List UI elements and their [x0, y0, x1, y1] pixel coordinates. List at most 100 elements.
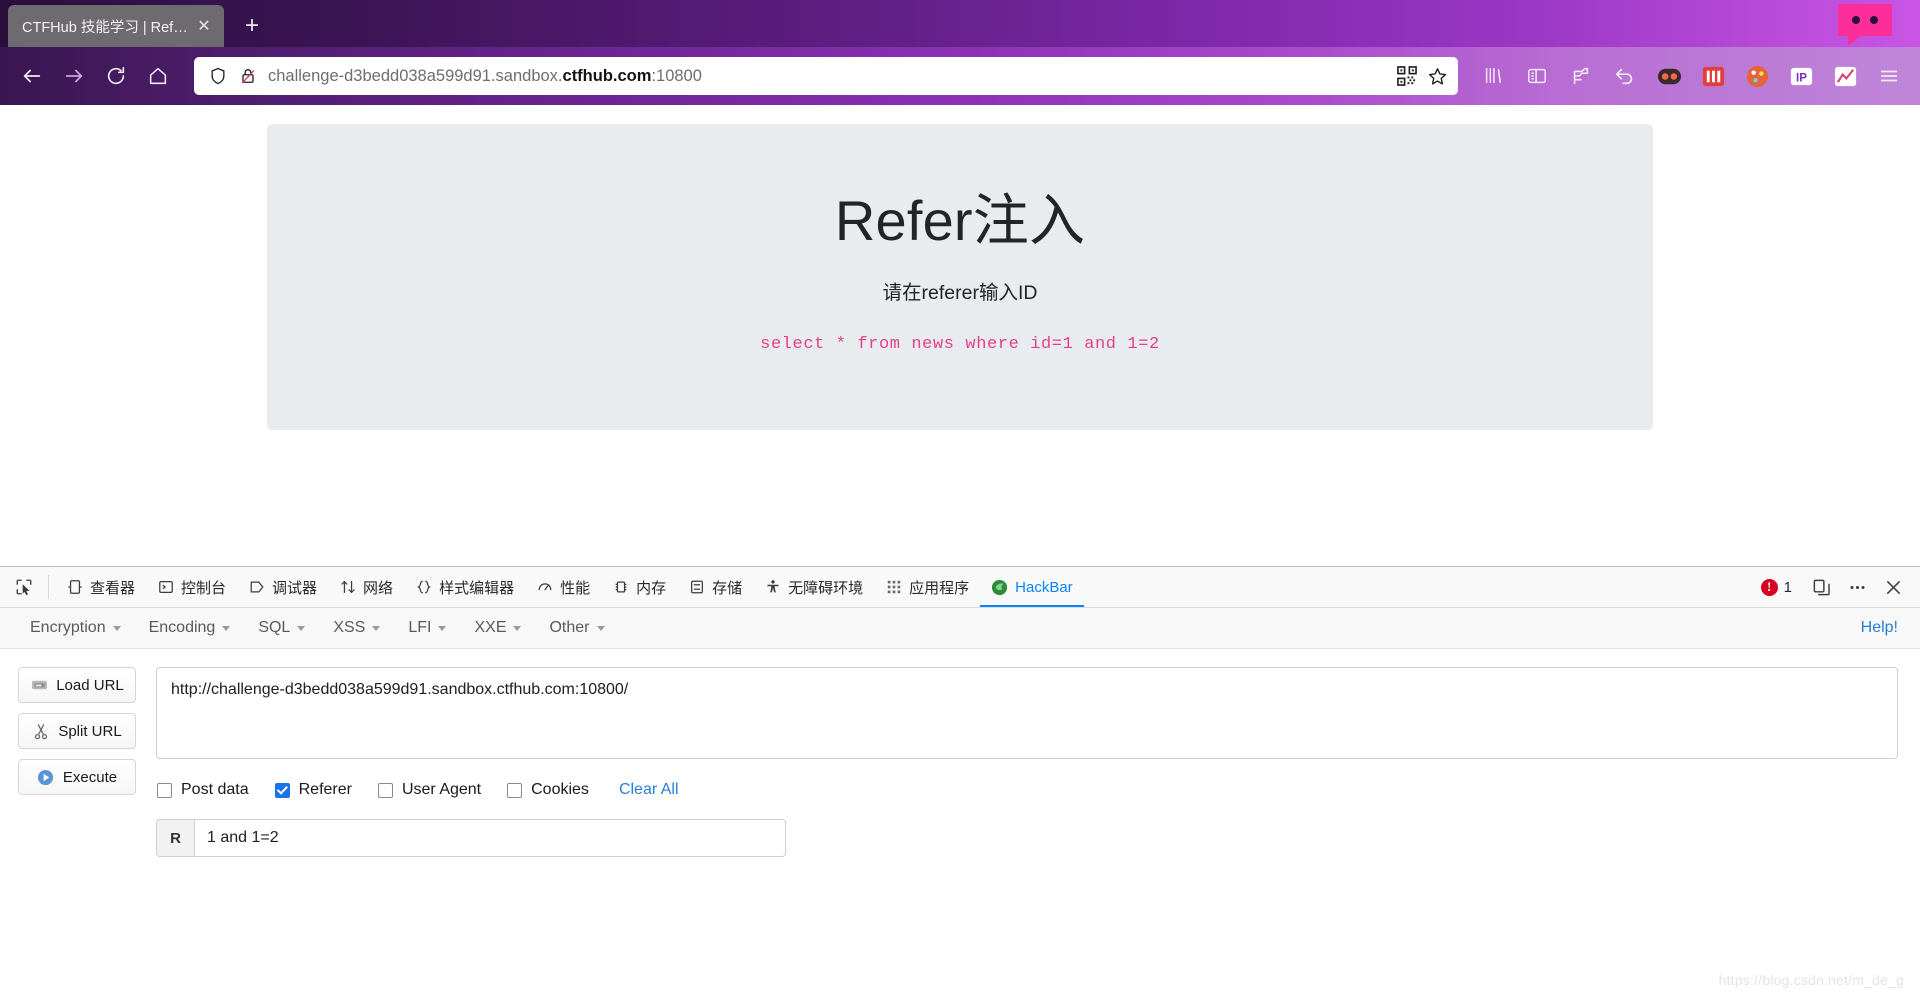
checkbox-box[interactable] — [507, 782, 523, 798]
browser-tab[interactable]: CTFHub 技能学习 | Refer注入 ✕ — [8, 5, 224, 47]
lock-broken-icon[interactable] — [238, 66, 258, 86]
debugger-icon — [248, 579, 265, 596]
chevron-down-icon — [112, 625, 121, 631]
checkbox-user-agent[interactable]: User Agent — [377, 781, 481, 799]
chevron-down-icon — [513, 625, 522, 631]
checkbox-post-data[interactable]: Post data — [157, 781, 249, 799]
execute-button[interactable]: Execute — [18, 759, 136, 795]
hackbar-menu-encryption[interactable]: Encryption — [16, 615, 135, 641]
devtools-tab-label: 存储 — [712, 579, 743, 597]
extension-red-icon[interactable] — [1694, 57, 1732, 95]
devtools-tab-storage[interactable]: 存储 — [677, 567, 753, 607]
home-button[interactable] — [138, 56, 178, 96]
toolbar-divider — [48, 575, 49, 599]
browser-extension-toolbar: IP — [1474, 57, 1908, 95]
library-icon[interactable] — [1474, 57, 1512, 95]
element-picker-icon[interactable] — [6, 567, 42, 607]
hackbar-menu-sql[interactable]: SQL — [244, 615, 319, 641]
new-tab-button[interactable]: + — [234, 8, 270, 44]
devtools-tab-memory[interactable]: 内存 — [601, 567, 677, 607]
hackbar-menu-encoding[interactable]: Encoding — [135, 615, 245, 641]
browser-title-bar: CTFHub 技能学习 | Refer注入 ✕ + — [0, 0, 1920, 47]
extension-chart-icon[interactable] — [1826, 57, 1864, 95]
split-url-button[interactable]: Split URL — [18, 713, 136, 749]
checkbox-referer[interactable]: Referer — [274, 781, 352, 799]
devtools-tab-network[interactable]: 网络 — [328, 567, 404, 607]
checkbox-label: Post data — [181, 781, 249, 798]
hackbar-menu-xxe[interactable]: XXE — [460, 615, 535, 641]
checkbox-label: Cookies — [531, 781, 589, 798]
address-bar[interactable]: challenge-d3bedd038a599d91.sandbox.ctfhu… — [194, 57, 1458, 95]
error-count-label: 1 — [1783, 578, 1792, 596]
checkbox-cookies[interactable]: Cookies — [507, 781, 589, 799]
devtools-tab-label: 样式编辑器 — [439, 579, 515, 597]
star-icon[interactable] — [1427, 66, 1448, 87]
style-editor-icon — [415, 579, 432, 596]
devtools-tab-console[interactable]: 控制台 — [146, 567, 237, 607]
error-icon: ! — [1760, 578, 1778, 596]
chevron-down-icon — [297, 625, 306, 631]
checkbox-box[interactable] — [377, 782, 393, 798]
tab-close-icon[interactable]: ✕ — [192, 14, 216, 38]
devtools-tab-label: 控制台 — [181, 579, 227, 597]
devtools-tab-inspector[interactable]: 查看器 — [55, 567, 146, 607]
checkbox-box[interactable] — [274, 782, 290, 798]
referer-input[interactable] — [194, 819, 786, 857]
sidebar-icon[interactable] — [1518, 57, 1556, 95]
network-icon — [339, 579, 356, 596]
checkbox-box[interactable] — [157, 782, 172, 798]
error-count-badge[interactable]: ! 1 — [1760, 578, 1802, 596]
url-textarea[interactable] — [156, 667, 1898, 759]
undo-icon[interactable] — [1606, 57, 1644, 95]
hackbar-panel: Encryption Encoding SQL XSS LFI XXE Othe… — [0, 608, 1920, 998]
tab-title: CTFHub 技能学习 | Refer注入 — [22, 19, 192, 36]
memory-icon — [612, 579, 629, 596]
devtools-tab-debugger[interactable]: 调试器 — [237, 567, 328, 607]
hackbar-menu-other[interactable]: Other — [535, 615, 618, 641]
dock-layout-icon[interactable] — [1804, 570, 1838, 604]
reload-button[interactable] — [96, 56, 136, 96]
container-tab-icon[interactable] — [1562, 57, 1600, 95]
extension-ip-icon[interactable]: IP — [1782, 57, 1820, 95]
page-viewport: Refer注入 请在referer输入ID select * from news… — [0, 105, 1920, 566]
hackbar-menu-bar: Encryption Encoding SQL XSS LFI XXE Othe… — [0, 608, 1920, 649]
menu-label: SQL — [258, 619, 291, 636]
watermark-text: https://blog.csdn.net/m_de_g — [1718, 972, 1904, 988]
url-text[interactable]: challenge-d3bedd038a599d91.sandbox.ctfhu… — [268, 67, 1387, 86]
hackbar-menu-lfi[interactable]: LFI — [394, 615, 460, 641]
split-url-scissors-icon — [32, 722, 50, 740]
devtools-tab-application[interactable]: 应用程序 — [874, 567, 980, 607]
devtools-tab-label: 内存 — [636, 579, 667, 597]
load-url-button[interactable]: Load URL — [18, 667, 136, 703]
menu-label: Encryption — [30, 619, 106, 636]
url-port: :10800 — [651, 66, 702, 85]
button-label: Split URL — [58, 722, 122, 740]
devtools-tab-accessibility[interactable]: 无障碍环境 — [753, 567, 874, 607]
devtools-tab-style-editor[interactable]: 样式编辑器 — [404, 567, 525, 607]
menu-hamburger-icon[interactable] — [1870, 57, 1908, 95]
more-options-icon[interactable] — [1840, 570, 1874, 604]
performance-icon — [536, 579, 553, 596]
storage-icon — [688, 579, 705, 596]
devtools-tab-hackbar[interactable]: HackBar — [980, 567, 1084, 607]
inspector-icon — [66, 579, 83, 596]
svg-text:IP: IP — [1796, 72, 1807, 84]
devtools-tabbar-spacer — [1084, 567, 1761, 607]
clear-all-link[interactable]: Clear All — [619, 781, 679, 799]
extension-palette-icon[interactable] — [1738, 57, 1776, 95]
extension-dark-icon[interactable] — [1650, 57, 1688, 95]
hackbar-help-link[interactable]: Help! — [1861, 619, 1904, 637]
back-button[interactable] — [12, 56, 52, 96]
chevron-down-icon — [222, 625, 231, 631]
hackbar-menu-xss[interactable]: XSS — [319, 615, 394, 641]
close-devtools-icon[interactable] — [1876, 570, 1910, 604]
window-decoration-logo — [1810, 0, 1920, 47]
checkbox-label: Referer — [298, 781, 352, 798]
devtools-tab-performance[interactable]: 性能 — [525, 567, 601, 607]
forward-button[interactable] — [54, 56, 94, 96]
shield-icon[interactable] — [208, 66, 228, 86]
sql-query-text: select * from news where id=1 and 1=2 — [760, 335, 1160, 355]
menu-label: LFI — [408, 619, 432, 636]
url-host: ctfhub.com — [562, 66, 652, 85]
qr-code-icon[interactable] — [1397, 66, 1417, 86]
